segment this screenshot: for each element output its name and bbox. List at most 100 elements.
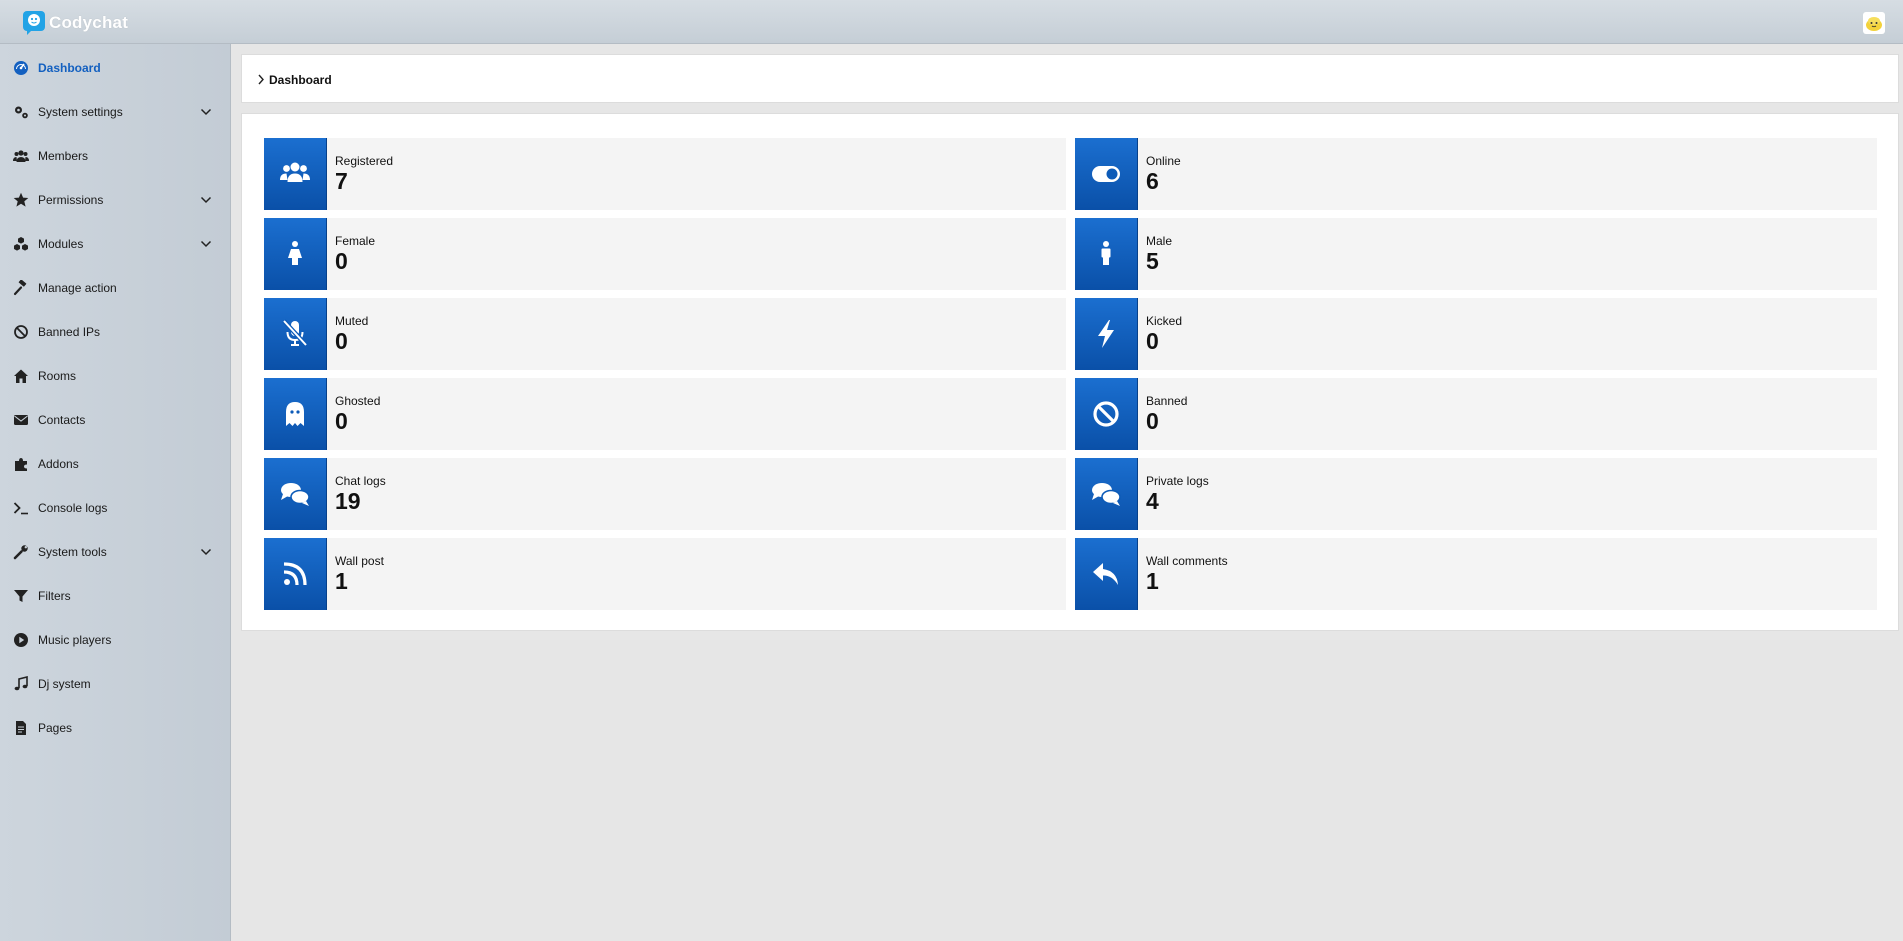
sidebar-item-filters[interactable]: Filters bbox=[0, 575, 231, 615]
sidebar-item-rooms[interactable]: Rooms bbox=[0, 355, 231, 395]
cubes-icon bbox=[13, 236, 29, 252]
gavel-icon bbox=[13, 280, 29, 296]
stat-label: Muted bbox=[335, 314, 369, 328]
microphone-slash-icon bbox=[264, 298, 327, 370]
stat-card-kicked: Kicked 0 bbox=[1075, 298, 1877, 370]
sidebar-item-label: Permissions bbox=[38, 193, 104, 207]
sidebar-item-manage-action[interactable]: Manage action bbox=[0, 267, 231, 307]
stat-value: 6 bbox=[1146, 168, 1159, 194]
stat-value: 0 bbox=[1146, 328, 1159, 354]
sidebar-item-label: System settings bbox=[38, 105, 123, 119]
sidebar-item-contacts[interactable]: Contacts bbox=[0, 399, 231, 439]
sidebar-item-pages[interactable]: Pages bbox=[0, 707, 231, 747]
chevron-down-icon[interactable] bbox=[200, 546, 212, 556]
sidebar-item-label: Filters bbox=[38, 589, 71, 603]
female-icon bbox=[264, 218, 327, 290]
sidebar-item-label: Banned IPs bbox=[38, 325, 101, 339]
breadcrumb-current: Dashboard bbox=[269, 73, 332, 87]
home-icon bbox=[13, 368, 29, 384]
play-circle-icon bbox=[13, 632, 29, 648]
app-name: Codychat bbox=[49, 13, 129, 32]
sidebar-item-label: Pages bbox=[38, 721, 73, 735]
stat-value: 1 bbox=[1146, 568, 1159, 594]
sidebar-item-addons[interactable]: Addons bbox=[0, 443, 231, 483]
logo-icon bbox=[23, 11, 45, 35]
stat-value: 0 bbox=[335, 248, 348, 274]
ban-icon bbox=[13, 324, 29, 340]
sidebar-item-label: Rooms bbox=[38, 369, 77, 383]
sidebar-item-system-tools[interactable]: System tools bbox=[0, 531, 231, 571]
sidebar-item-label: Addons bbox=[38, 457, 79, 471]
stat-value: 5 bbox=[1146, 248, 1159, 274]
stat-value: 1 bbox=[335, 568, 348, 594]
sidebar-item-system-settings[interactable]: System settings bbox=[0, 91, 231, 131]
ban-icon bbox=[1075, 378, 1138, 450]
stat-card-chat-logs: Chat logs 19 bbox=[264, 458, 1066, 530]
stat-label: Chat logs bbox=[335, 474, 386, 488]
sidebar-item-dj-system[interactable]: Dj system bbox=[0, 663, 231, 703]
sidebar: Dashboard System settings Members Permissio… bbox=[0, 44, 231, 941]
filter-icon bbox=[13, 588, 29, 604]
sidebar-item-permissions[interactable]: Permissions bbox=[0, 179, 231, 219]
sidebar-item-label: Console logs bbox=[38, 501, 108, 515]
stat-label: Male bbox=[1146, 234, 1173, 248]
stats-panel: Registered 7 Online 6 Female 0 Male 5 Muted 0 Kick… bbox=[241, 113, 1899, 631]
sidebar-item-label: Modules bbox=[38, 237, 84, 251]
breadcrumb: Dashboard bbox=[241, 54, 1899, 103]
comments-icon bbox=[264, 458, 327, 530]
stat-card-registered: Registered 7 bbox=[264, 138, 1066, 210]
stat-value: 0 bbox=[335, 408, 348, 434]
stat-card-muted: Muted 0 bbox=[264, 298, 1066, 370]
users-icon bbox=[13, 148, 29, 164]
stat-card-wall-comments: Wall comments 1 bbox=[1075, 538, 1877, 610]
stat-card-online: Online 6 bbox=[1075, 138, 1877, 210]
stat-label: Ghosted bbox=[335, 394, 381, 408]
chevron-down-icon[interactable] bbox=[200, 106, 212, 116]
sidebar-item-label: Music players bbox=[38, 633, 112, 647]
envelope-icon bbox=[13, 412, 29, 428]
stat-label: Wall comments bbox=[1146, 554, 1228, 568]
stat-card-private-logs: Private logs 4 bbox=[1075, 458, 1877, 530]
puzzle-icon bbox=[13, 456, 29, 472]
stat-value: 19 bbox=[335, 488, 361, 514]
stat-card-ghosted: Ghosted 0 bbox=[264, 378, 1066, 450]
sidebar-item-label: System tools bbox=[38, 545, 107, 559]
chevron-down-icon[interactable] bbox=[200, 194, 212, 204]
rss-icon bbox=[264, 538, 327, 610]
sidebar-item-music-players[interactable]: Music players bbox=[0, 619, 231, 659]
sidebar-item-dashboard[interactable]: Dashboard bbox=[0, 47, 231, 87]
sidebar-item-modules[interactable]: Modules bbox=[0, 223, 231, 263]
top-bar: Codychat bbox=[0, 0, 1903, 44]
star-icon bbox=[13, 192, 29, 208]
stat-card-female: Female 0 bbox=[264, 218, 1066, 290]
sidebar-item-members[interactable]: Members bbox=[0, 135, 231, 175]
stat-label: Private logs bbox=[1146, 474, 1209, 488]
stat-label: Female bbox=[335, 234, 376, 248]
stat-label: Online bbox=[1146, 154, 1181, 168]
sidebar-item-label: Dashboard bbox=[38, 61, 101, 75]
sidebar-item-label: Manage action bbox=[38, 281, 117, 295]
chevron-down-icon[interactable] bbox=[200, 238, 212, 248]
music-icon bbox=[13, 676, 29, 692]
sidebar-item-label: Contacts bbox=[38, 413, 86, 427]
stat-card-wall-post: Wall post 1 bbox=[264, 538, 1066, 610]
stat-label: Kicked bbox=[1146, 314, 1183, 328]
stat-label: Wall post bbox=[335, 554, 384, 568]
reply-icon bbox=[1075, 538, 1138, 610]
dashboard-icon bbox=[13, 60, 29, 76]
sidebar-item-console-logs[interactable]: Console logs bbox=[0, 487, 231, 527]
toggle-on-icon bbox=[1075, 138, 1138, 210]
app-logo[interactable]: Codychat bbox=[22, 10, 128, 36]
sidebar-item-banned-ips[interactable]: Banned IPs bbox=[0, 311, 231, 351]
ghost-icon bbox=[264, 378, 327, 450]
stat-label: Registered bbox=[335, 154, 394, 168]
sidebar-item-label: Dj system bbox=[38, 677, 91, 691]
user-avatar[interactable] bbox=[1863, 12, 1885, 34]
stat-value: 4 bbox=[1146, 488, 1159, 514]
wrench-icon bbox=[13, 544, 29, 560]
male-icon bbox=[1075, 218, 1138, 290]
terminal-icon bbox=[13, 500, 29, 516]
file-icon bbox=[13, 720, 29, 736]
cogs-icon bbox=[13, 104, 29, 120]
comments-icon bbox=[1075, 458, 1138, 530]
